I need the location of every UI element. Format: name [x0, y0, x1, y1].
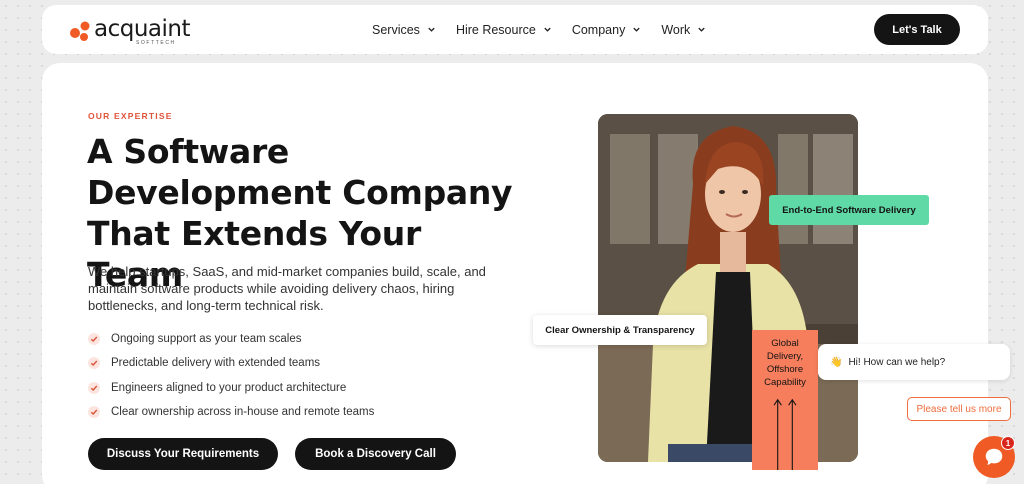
chat-bubble-icon	[985, 448, 1003, 466]
list-item: Ongoing support as your team scales	[88, 327, 374, 351]
top-navbar: acquaint SOFTTECH Services Hire Resource…	[42, 5, 988, 54]
chevron-down-icon	[698, 27, 705, 32]
waving-hand-icon: 👋	[830, 356, 843, 368]
list-item-text: Engineers aligned to your product archit…	[111, 381, 347, 394]
tag-global-delivery-text: Global Delivery, Offshore Capability	[764, 338, 806, 388]
tag-clear-ownership: Clear Ownership & Transparency	[533, 315, 707, 345]
list-item: Clear ownership across in-house and remo…	[88, 400, 374, 424]
nav-item-work[interactable]: Work	[661, 23, 706, 37]
chat-notification-badge: 1	[1001, 436, 1015, 450]
nav-item-label: Company	[571, 22, 626, 37]
nav-item-hire-resource[interactable]: Hire Resource	[456, 23, 552, 37]
nav-item-label: Work	[661, 22, 691, 37]
lets-talk-button[interactable]: Let's Talk	[874, 14, 960, 45]
hero-photo	[598, 114, 858, 462]
check-icon	[88, 406, 100, 419]
chat-tell-us-more-button[interactable]: Please tell us more	[907, 397, 1011, 421]
list-item-text: Predictable delivery with extended teams	[111, 357, 321, 370]
tag-global-delivery: Global Delivery, Offshore Capability	[752, 330, 818, 470]
tag-end-to-end-delivery: End-to-End Software Delivery	[769, 195, 929, 225]
list-item: Predictable delivery with extended teams	[88, 351, 374, 375]
woman-photo-illustration	[598, 114, 858, 462]
benefit-list: Ongoing support as your team scales Pred…	[88, 327, 374, 424]
hero-eyebrow: OUR EXPERTISE	[88, 111, 173, 121]
book-discovery-call-button[interactable]: Book a Discovery Call	[295, 438, 456, 470]
nav-item-services[interactable]: Services	[372, 23, 436, 37]
discuss-requirements-button[interactable]: Discuss Your Requirements	[88, 438, 278, 470]
check-icon	[88, 333, 100, 346]
hero-description: We help startups, SaaS, and mid-market c…	[88, 264, 486, 313]
main-menu: Services Hire Resource Company Work	[372, 5, 706, 54]
check-icon	[88, 381, 100, 394]
hero-section: OUR EXPERTISE A Software Development Com…	[42, 63, 988, 484]
nav-item-company[interactable]: Company	[572, 23, 642, 37]
list-item-text: Clear ownership across in-house and remo…	[111, 406, 375, 419]
chat-greeting-bubble: 👋 Hi! How can we help?	[818, 344, 1010, 380]
chevron-down-icon	[544, 27, 551, 32]
list-item: Engineers aligned to your product archit…	[88, 376, 374, 400]
logo-dots-icon	[70, 21, 90, 41]
check-icon	[88, 357, 100, 370]
nav-item-label: Hire Resource	[455, 22, 536, 37]
nav-item-label: Services	[372, 22, 420, 37]
logo-wordmark: acquaint	[94, 16, 191, 42]
chat-greeting-text: Hi! How can we help?	[848, 356, 946, 368]
brand-logo[interactable]: acquaint SOFTTECH	[68, 15, 191, 46]
logo-subtext: SOFTTECH	[136, 40, 176, 46]
chevron-down-icon	[428, 27, 435, 32]
up-arrows-icon	[773, 398, 797, 470]
list-item-text: Ongoing support as your team scales	[111, 333, 302, 346]
chevron-down-icon	[633, 27, 641, 32]
